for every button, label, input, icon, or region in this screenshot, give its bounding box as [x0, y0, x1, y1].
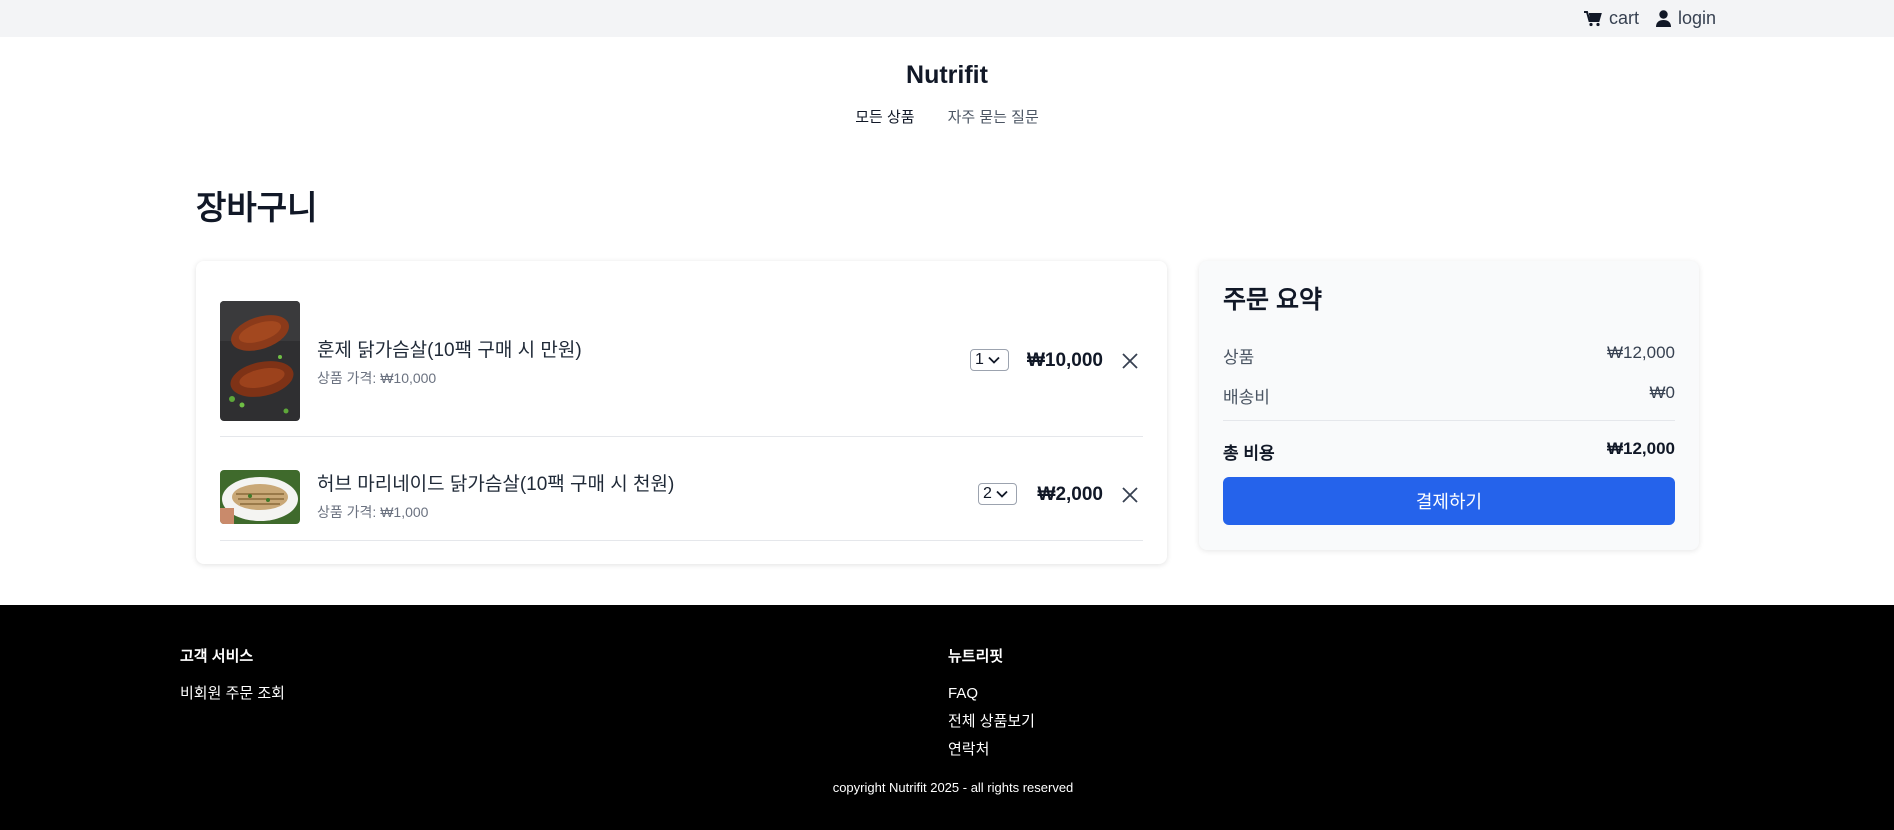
top-bar: cart login	[0, 0, 1894, 37]
quantity-value: 2	[983, 485, 992, 502]
close-icon[interactable]	[1121, 352, 1139, 370]
quantity-select[interactable]: 1	[970, 349, 1009, 371]
chevron-down-icon	[988, 351, 1000, 369]
chevron-down-icon	[996, 485, 1008, 503]
quantity-value: 1	[975, 351, 984, 368]
summary-divider	[1223, 420, 1675, 421]
site-footer: 고객 서비스 비회원 주문 조회 뉴트리핏 FAQ 전체 상품보기 연락처 co…	[0, 605, 1894, 830]
product-image	[220, 301, 300, 421]
site-header: Nutrifit 모든 상품 자주 묻는 질문	[0, 63, 1894, 127]
footer-link-contact[interactable]: 연락처	[948, 736, 1035, 764]
footer-col-title: 고객 서비스	[180, 648, 254, 665]
summary-products-row: 상품 ₩12,000	[1223, 343, 1675, 368]
nav-faq[interactable]: 자주 묻는 질문	[948, 106, 1039, 127]
shipping-label: 배송비	[1223, 388, 1270, 407]
cart-item: 훈제 닭가슴살(10팩 구매 시 만원) 상품 가격: ₩10,000 1 ₩1…	[220, 301, 1143, 437]
footer-link-all-products[interactable]: 전체 상품보기	[948, 708, 1035, 736]
total-value: ₩12,000	[1606, 439, 1675, 458]
copyright-text: copyright Nutrifit 2025 - all rights res…	[832, 780, 1074, 795]
total-label: 총 비용	[1223, 444, 1275, 463]
top-links: cart login	[1583, 0, 1716, 37]
cart-item: 허브 마리네이드 닭가슴살(10팩 구매 시 천원) 상품 가격: ₩1,000…	[220, 436, 1143, 541]
item-subtotal: ₩2,000	[1037, 484, 1103, 505]
summary-total-row: 총 비용 ₩12,000	[1223, 439, 1675, 464]
order-summary: 주문 요약 상품 ₩12,000 배송비 ₩0 총 비용 ₩12,000 결제하…	[1199, 261, 1699, 550]
login-link[interactable]: login	[1655, 8, 1716, 29]
checkout-button[interactable]: 결제하기	[1223, 477, 1675, 525]
summary-shipping-row: 배송비 ₩0	[1223, 383, 1675, 408]
login-label: login	[1677, 8, 1716, 28]
footer-customer-service: 고객 서비스 비회원 주문 조회	[180, 645, 285, 708]
brand-logo[interactable]: Nutrifit	[0, 63, 1894, 91]
products-label: 상품	[1223, 348, 1255, 367]
copyright: copyright Nutrifit 2025 - all rights res…	[0, 780, 1894, 795]
page-title: 장바구니	[196, 189, 318, 226]
cart-label: cart	[1608, 8, 1639, 28]
product-image	[220, 470, 300, 524]
main-nav: 모든 상품 자주 묻는 질문	[0, 106, 1894, 127]
footer-link-faq[interactable]: FAQ	[948, 680, 1035, 708]
cart-link[interactable]: cart	[1583, 8, 1639, 29]
product-price: 상품 가격: ₩10,000	[317, 370, 437, 386]
product-price: 상품 가격: ₩1,000	[317, 504, 429, 520]
cart-icon	[1583, 10, 1602, 27]
footer-link-guest-order[interactable]: 비회원 주문 조회	[180, 680, 285, 708]
nav-all-products[interactable]: 모든 상품	[855, 106, 914, 127]
close-icon[interactable]	[1121, 486, 1139, 504]
products-value: ₩12,000	[1606, 343, 1675, 362]
product-name[interactable]: 훈제 닭가슴살(10팩 구매 시 만원)	[317, 335, 582, 362]
summary-title: 주문 요약	[1223, 286, 1322, 314]
quantity-select[interactable]: 2	[978, 483, 1017, 505]
footer-col-title: 뉴트리핏	[948, 648, 1004, 665]
shipping-value: ₩0	[1649, 383, 1676, 402]
cart-list: 훈제 닭가슴살(10팩 구매 시 만원) 상품 가격: ₩10,000 1 ₩1…	[196, 261, 1167, 564]
product-name[interactable]: 허브 마리네이드 닭가슴살(10팩 구매 시 천원)	[317, 469, 674, 496]
footer-nutrifit: 뉴트리핏 FAQ 전체 상품보기 연락처	[948, 645, 1035, 764]
user-icon	[1655, 10, 1671, 27]
item-subtotal: ₩10,000	[1026, 350, 1103, 371]
